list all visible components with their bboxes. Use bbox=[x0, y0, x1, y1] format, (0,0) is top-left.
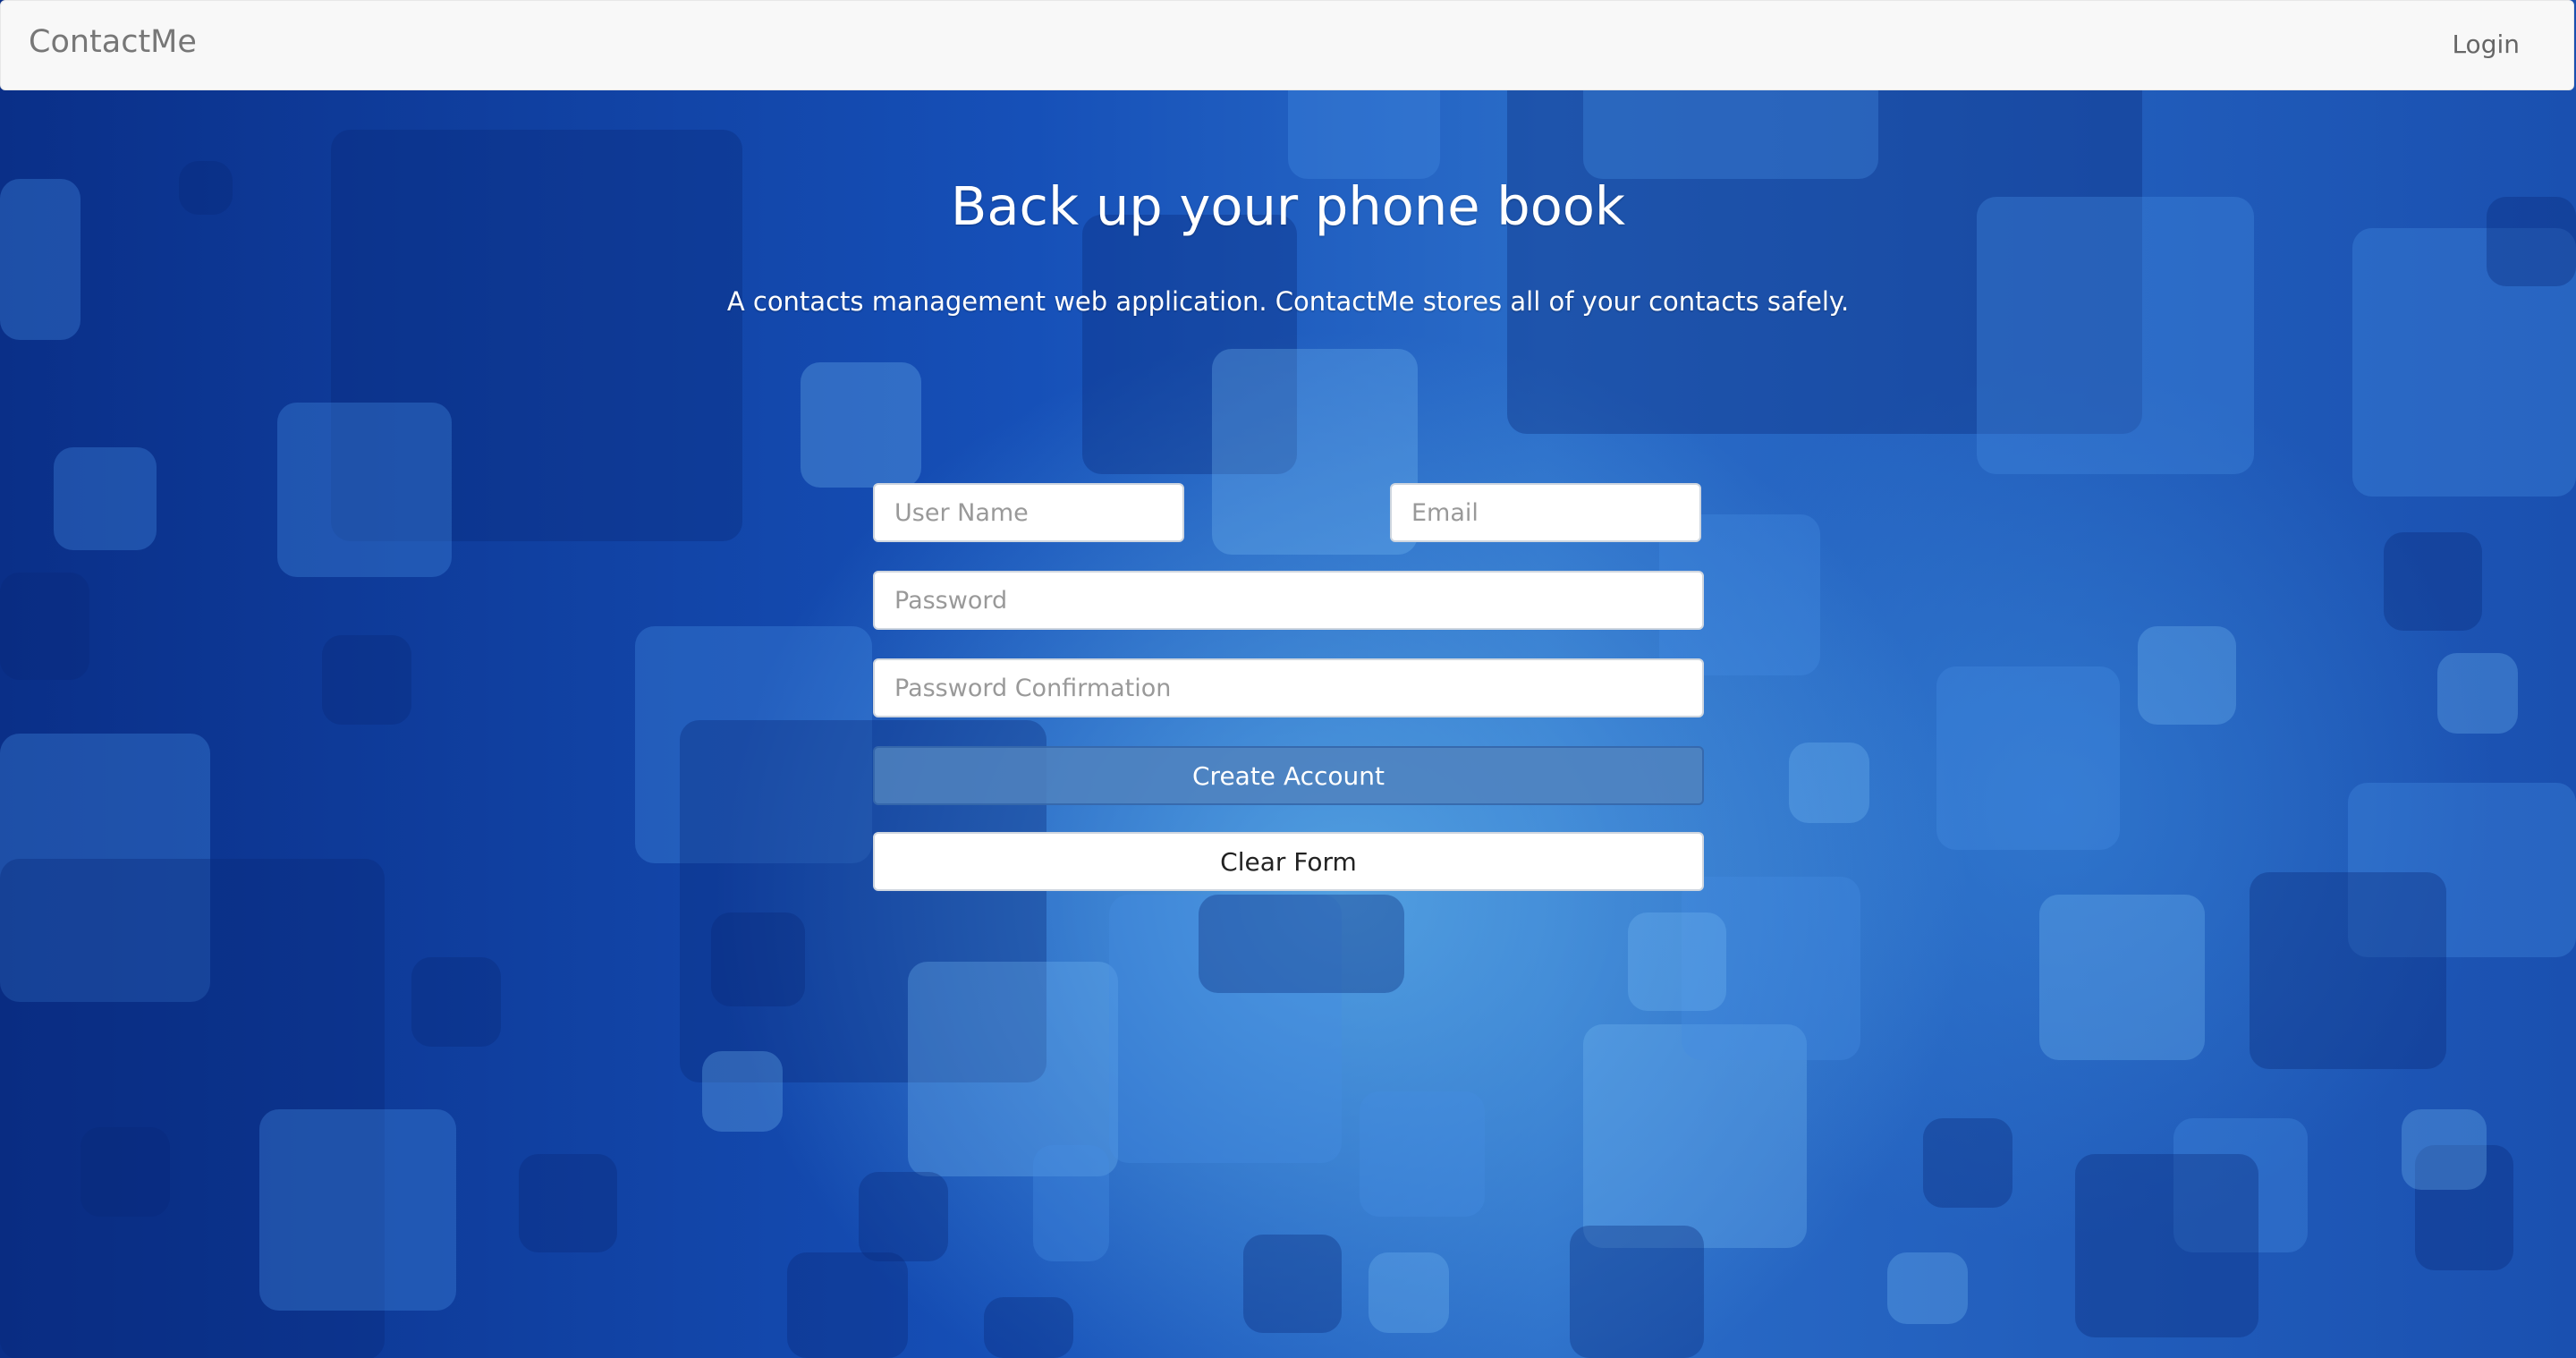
create-account-button[interactable]: Create Account bbox=[873, 746, 1704, 805]
clear-form-button[interactable]: Clear Form bbox=[873, 832, 1704, 891]
login-link[interactable]: Login bbox=[2452, 30, 2520, 59]
navbar: ContactMe Login bbox=[0, 0, 2574, 90]
password-confirmation-field[interactable] bbox=[873, 658, 1704, 717]
email-field[interactable] bbox=[1390, 483, 1701, 542]
page-title: Back up your phone book bbox=[950, 175, 1626, 237]
page-subtitle: A contacts management web application. C… bbox=[726, 286, 1850, 317]
password-field[interactable] bbox=[873, 571, 1704, 630]
brand-link[interactable]: ContactMe bbox=[29, 24, 197, 60]
username-field[interactable] bbox=[873, 483, 1184, 542]
